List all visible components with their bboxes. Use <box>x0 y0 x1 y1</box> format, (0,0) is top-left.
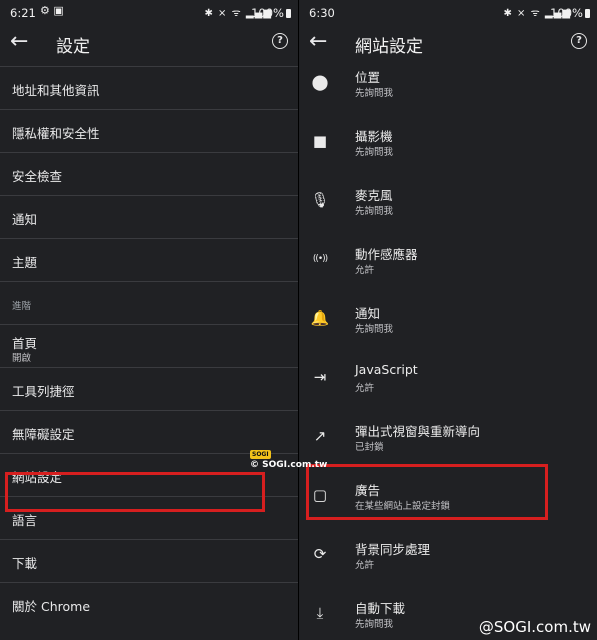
popup-icon: ↗ <box>313 427 327 445</box>
settings-item-label: 隱私權和安全性 <box>12 126 100 141</box>
settings-item-label: 地址和其他資訊 <box>12 83 100 98</box>
camera-icon: ■ <box>312 132 328 150</box>
site-setting-status: 已封鎖 <box>355 442 384 453</box>
site-setting-item[interactable]: 🎙 麥克風先詢問我 <box>299 176 597 235</box>
site-setting-status: 先詢問我 <box>355 324 394 335</box>
back-arrow-icon[interactable]: ← <box>10 30 34 54</box>
app-bar: ← 網站設定 ? <box>299 26 597 62</box>
site-setting-label: 彈出式視窗與重新導向 <box>355 424 481 439</box>
settings-item[interactable]: 隱私權和安全性 <box>0 109 298 152</box>
back-arrow-icon[interactable]: ← <box>309 30 333 54</box>
highlight-box-ads <box>306 464 548 520</box>
site-setting-status: 允許 <box>355 265 375 276</box>
site-setting-status: 先詢問我 <box>355 147 394 158</box>
settings-item-label: 下載 <box>12 556 38 571</box>
location-icon: ⬤ <box>311 73 329 91</box>
settings-item-summary: 開啟 <box>12 353 32 364</box>
status-bar: 6:30 ✱ ⨯ ᯤ ▂▄▆ 100% <box>299 0 597 26</box>
site-settings-screen: 6:30 ✱ ⨯ ᯤ ▂▄▆ 100% ← 網站設定 ? ⬤ 位置先詢問我 ■ 攝影機… <box>299 0 597 640</box>
settings-screen: 6:21 ⚙ ▣ ✱ ⨯ ᯤ ▂▄▆ 100% ← 設定 ? 地址和其他資訊 隱私… <box>0 0 298 640</box>
page-title: 網站設定 <box>355 37 423 57</box>
help-icon[interactable]: ? <box>571 33 587 49</box>
site-setting-item[interactable]: ⟳ 背景同步處理允許 <box>299 530 597 589</box>
site-setting-status: 先詢問我 <box>355 619 394 630</box>
site-setting-label: 自動下載 <box>355 601 406 616</box>
settings-item[interactable]: 地址和其他資訊 <box>0 66 298 109</box>
site-setting-label: 通知 <box>355 306 381 321</box>
settings-item-label: 無障礙設定 <box>12 427 75 442</box>
battery-icon <box>585 9 590 18</box>
site-setting-label: JavaScript <box>355 362 418 377</box>
settings-item-label: 語言 <box>12 513 38 528</box>
page-title: 設定 <box>56 37 90 57</box>
site-settings-list: ⬤ 位置 先詢問我 ■ 攝影機 先詢問我 🎙 麥克風 先詢問我 ((•)) 動作感應器 允許 🔔 通知 先詢… <box>299 58 597 640</box>
site-setting-item[interactable]: ■ 攝影機先詢問我 <box>299 117 597 176</box>
section-header: 進階 <box>0 281 298 324</box>
settings-item[interactable]: 關於 Chrome <box>0 582 298 625</box>
site-setting-label: 位置 <box>355 70 381 85</box>
settings-item-label: 關於 Chrome <box>12 599 91 614</box>
watermark-sticker: SOGI <box>250 450 271 459</box>
download-icon: ⤓ <box>316 604 324 622</box>
microphone-icon: 🎙 <box>310 191 330 209</box>
site-setting-label: 背景同步處理 <box>355 542 431 557</box>
javascript-icon: ⇥ <box>313 368 327 386</box>
site-setting-item[interactable]: ↗ 彈出式視窗與重新導向已封鎖 <box>299 412 597 471</box>
site-setting-item[interactable]: ⇥ JavaScript 允許 <box>299 353 597 412</box>
settings-item[interactable]: 安全檢查 <box>0 152 298 195</box>
settings-item[interactable]: 通知 <box>0 195 298 238</box>
site-setting-label: 動作感應器 <box>355 247 418 262</box>
settings-item[interactable]: 主題 <box>0 238 298 281</box>
settings-item[interactable]: 工具列捷徑 <box>0 367 298 410</box>
site-setting-label: 麥克風 <box>355 188 393 203</box>
motion-sensor-icon: ((•)) <box>312 254 328 264</box>
settings-item[interactable]: 首頁 開啟 <box>0 324 298 367</box>
bell-icon: 🔔 <box>310 309 330 327</box>
help-icon[interactable]: ? <box>272 33 288 49</box>
settings-item-label: 進階 <box>12 301 32 312</box>
settings-item[interactable]: 下載 <box>0 539 298 582</box>
site-setting-status: 允許 <box>355 560 375 571</box>
watermark-bottom: @SOGI.com.tw <box>478 618 591 636</box>
settings-item-label: 工具列捷徑 <box>12 384 75 399</box>
watermark-center: SOGI © SOGI.com.tw <box>250 450 328 470</box>
site-setting-status: 允許 <box>355 383 375 394</box>
status-bar: 6:21 ⚙ ▣ ✱ ⨯ ᯤ ▂▄▆ 100% <box>0 0 298 26</box>
settings-item-label: 安全檢查 <box>12 169 63 184</box>
settings-item-label: 主題 <box>12 255 38 270</box>
notification-icons: ⚙ ▣ <box>40 4 64 17</box>
site-setting-item[interactable]: ⬤ 位置先詢問我 <box>299 58 597 117</box>
settings-list: 地址和其他資訊 隱私權和安全性 安全檢查 通知 主題 進階 首頁 開啟 工具列捷徑 無障礙設定 網站… <box>0 66 298 625</box>
battery-indicator: 100% <box>550 6 590 20</box>
status-time: 6:30 <box>309 6 335 20</box>
site-setting-item[interactable]: ((•)) 動作感應器允許 <box>299 235 597 294</box>
sync-icon: ⟳ <box>313 545 327 563</box>
highlight-box-site-settings <box>5 472 265 512</box>
site-setting-status: 先詢問我 <box>355 88 394 99</box>
settings-item[interactable]: 無障礙設定 <box>0 410 298 453</box>
status-time: 6:21 <box>10 6 36 20</box>
settings-item-label: 通知 <box>12 212 38 227</box>
site-setting-status: 先詢問我 <box>355 206 394 217</box>
battery-indicator: 100% <box>251 6 291 20</box>
site-setting-label: 攝影機 <box>355 129 393 144</box>
site-setting-item[interactable]: 🔔 通知先詢問我 <box>299 294 597 353</box>
battery-icon <box>286 9 291 18</box>
app-bar: ← 設定 ? <box>0 26 298 62</box>
